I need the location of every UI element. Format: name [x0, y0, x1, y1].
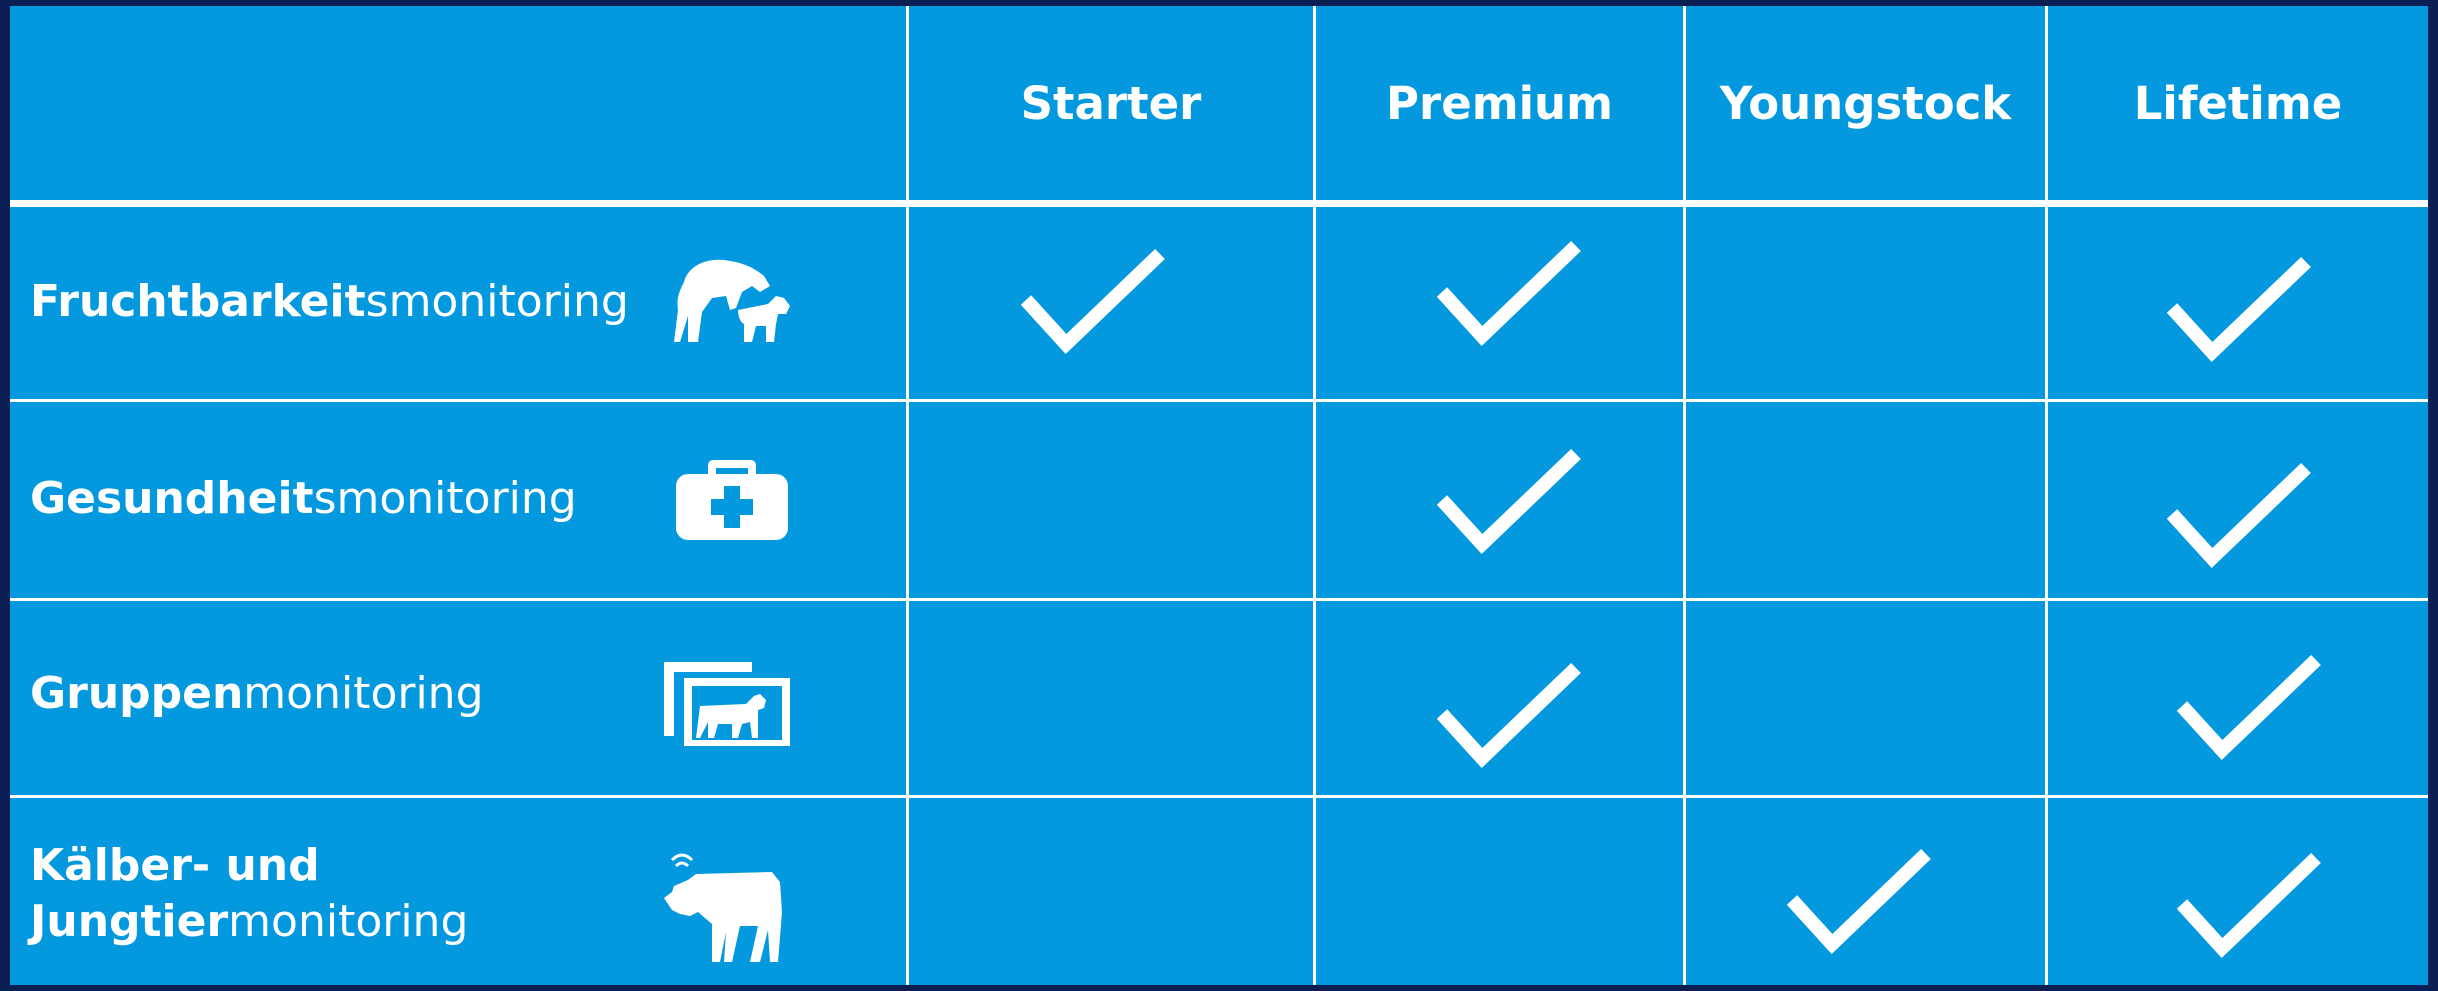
row-divider: [10, 598, 2428, 601]
row-label-bold: Gesundheit: [30, 473, 314, 524]
column-header-youngstock: Youngstock: [1719, 76, 2012, 130]
check-icon: [1020, 248, 1165, 355]
calf-sensor-icon: [664, 853, 782, 962]
row-divider: [10, 795, 2428, 798]
row-label-bold: Fruchtbarkeit: [30, 276, 366, 327]
column-header-starter: Starter: [1020, 76, 1202, 130]
row-label-gruppen: Gruppenmonitoring: [30, 666, 484, 722]
column-header-lifetime: Lifetime: [2133, 76, 2343, 130]
check-icon: [2166, 256, 2311, 363]
row-label-gesundheit: Gesundheitsmonitoring: [30, 471, 577, 527]
check-icon: [2176, 654, 2321, 761]
row-label-normal: smonitoring: [313, 473, 577, 524]
cow-group-icon: [664, 662, 790, 746]
check-icon: [1436, 240, 1581, 347]
row-divider: [10, 399, 2428, 402]
row-label-fruchtbarkeit: Fruchtbarkeitsmonitoring: [30, 274, 629, 330]
row-label-normal: smonitoring: [365, 276, 629, 327]
row-label-normal: monitoring: [228, 896, 469, 947]
check-icon: [1436, 448, 1581, 555]
row-label-bold: Gruppen: [30, 668, 244, 719]
check-icon: [1436, 662, 1581, 769]
check-icon: [2176, 852, 2321, 959]
check-icon: [1786, 848, 1931, 955]
row-label-kaelber: Kälber- und Jungtiermonitoring: [30, 838, 468, 950]
row-label-normal: monitoring: [243, 668, 484, 719]
check-icon: [2166, 462, 2311, 569]
cow-mounting-icon: [674, 259, 790, 342]
header-divider: [10, 200, 2428, 207]
column-header-premium: Premium: [1386, 76, 1613, 130]
row-label-bold-line1: Kälber- und: [30, 840, 320, 891]
medical-bag-icon: [676, 460, 788, 540]
row-label-bold: Jungtier: [30, 896, 229, 947]
comparison-table: Starter Premium Youngstock Lifetime Fruc…: [10, 6, 2428, 985]
